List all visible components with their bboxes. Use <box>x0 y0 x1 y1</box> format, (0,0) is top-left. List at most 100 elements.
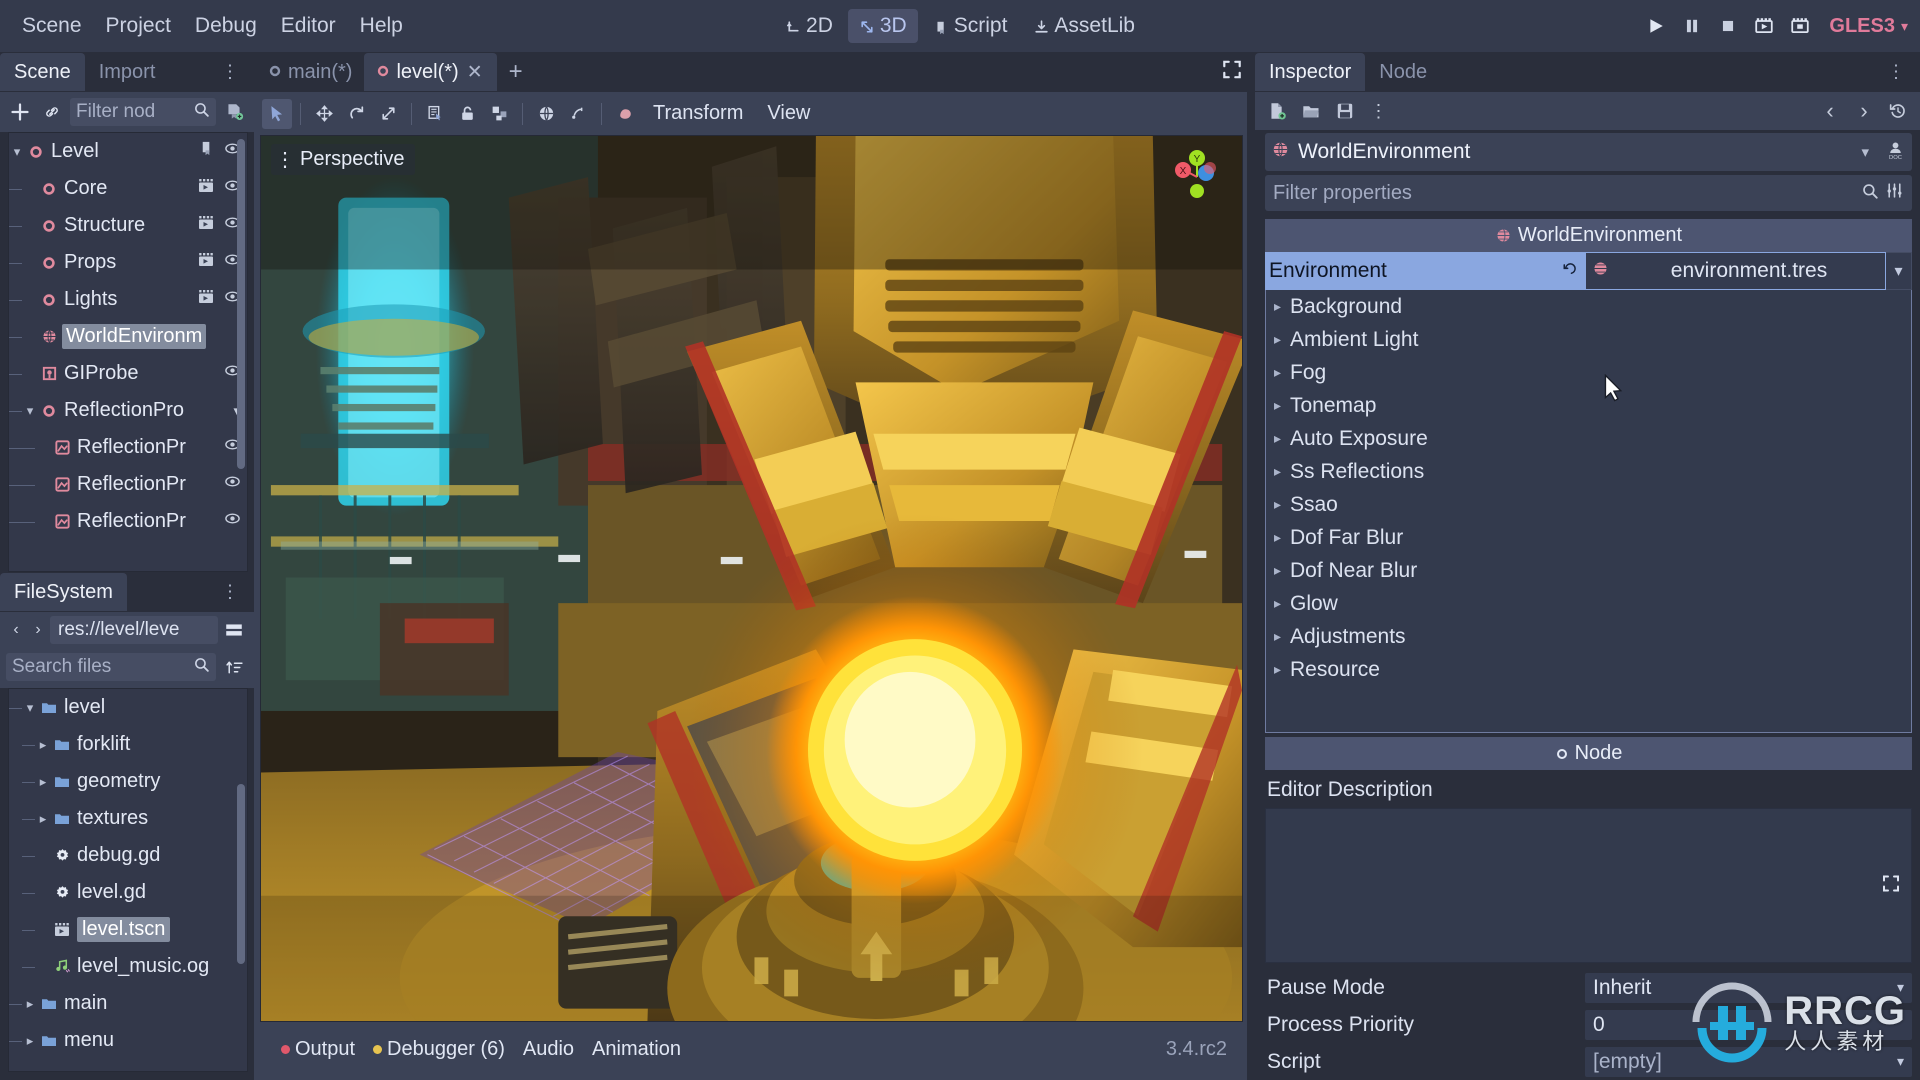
tab-scene[interactable]: Scene <box>0 53 85 91</box>
editor-description-textarea[interactable] <box>1265 808 1912 963</box>
bottom-panel-debugger-6-[interactable]: Debugger (6) <box>364 1033 514 1066</box>
file-item-level-music-og[interactable]: — level_music.og <box>9 948 247 985</box>
scene-tree-item-reflectionpr[interactable]: — — ReflectionPr <box>9 466 247 503</box>
move-icon[interactable] <box>309 99 339 129</box>
script-icon[interactable] <box>198 140 215 163</box>
chevron-right-icon[interactable]: ▸ <box>1274 298 1290 315</box>
property-dof-near-blur[interactable]: ▸ Dof Near Blur <box>1266 554 1911 587</box>
chevron-down-icon[interactable]: ▾ <box>1897 979 1904 996</box>
scene-tree-item-props[interactable]: — Props <box>9 244 247 281</box>
environment-dropdown-button[interactable]: ▾ <box>1886 252 1912 290</box>
bottom-panel-animation[interactable]: Animation <box>583 1033 690 1066</box>
file-item-main[interactable]: — ▸ main <box>9 985 247 1022</box>
chevron-right-icon[interactable]: ▸ <box>1274 331 1290 348</box>
snap-icon[interactable] <box>563 99 593 129</box>
distraction-free-mode-icon[interactable] <box>1221 59 1243 86</box>
history-prev-icon[interactable]: ‹ <box>1816 97 1844 125</box>
property-ambient-light[interactable]: ▸ Ambient Light <box>1266 323 1911 356</box>
chevron-down-icon[interactable]: ▾ <box>9 144 25 160</box>
scene-tree-item-giprobe[interactable]: — GIProbe <box>9 355 247 392</box>
inspector-settings-icon[interactable] <box>1885 181 1904 205</box>
stop-button[interactable] <box>1711 9 1745 43</box>
globe-icon[interactable] <box>531 99 561 129</box>
scene-tab-main[interactable]: main(*) <box>256 53 364 91</box>
scene-tree[interactable]: ▾ Level — Core — Structure — Props — Lights — World… <box>8 132 248 572</box>
property-auto-exposure[interactable]: ▸ Auto Exposure <box>1266 422 1911 455</box>
chevron-right-icon[interactable]: ▸ <box>1274 529 1290 546</box>
current-path-label[interactable]: res://level/leve <box>50 616 218 644</box>
file-tree-scrollbar[interactable] <box>237 784 245 964</box>
play-custom-scene-button[interactable] <box>1783 9 1817 43</box>
history-next-icon[interactable]: › <box>1850 97 1878 125</box>
property-resource[interactable]: ▸ Resource <box>1266 653 1911 686</box>
property-ssao[interactable]: ▸ Ssao <box>1266 488 1911 521</box>
close-icon[interactable]: ✕ <box>465 61 485 84</box>
chevron-left-icon[interactable]: ‹ <box>6 616 26 644</box>
chevron-right-icon[interactable]: ▸ <box>22 1033 38 1049</box>
filter-properties-input[interactable] <box>1273 181 1855 205</box>
chevron-right-icon[interactable]: ▸ <box>1274 430 1290 447</box>
tab-filesystem[interactable]: FileSystem <box>0 573 127 611</box>
node-section-header[interactable]: Node <box>1265 737 1912 770</box>
perspective-menu[interactable]: ⋮ Perspective <box>271 144 415 175</box>
play-scene-button[interactable] <box>1747 9 1781 43</box>
chevron-right-icon[interactable]: ▸ <box>1274 628 1290 645</box>
file-item-level-tscn[interactable]: — level.tscn <box>9 911 247 948</box>
kebab-menu-icon[interactable]: ⋮ <box>1365 97 1393 125</box>
transform-menu[interactable]: Transform <box>642 97 754 130</box>
property-filter-row[interactable] <box>1265 175 1912 211</box>
mode-tab-2d[interactable]: 2D <box>774 9 844 43</box>
environment-key[interactable]: Environment <box>1265 252 1585 290</box>
file-item-geometry[interactable]: — ▸ geometry <box>9 763 247 800</box>
tab-inspector[interactable]: Inspector <box>1255 53 1366 91</box>
chevron-right-icon[interactable]: ▸ <box>35 737 51 753</box>
chevron-down-icon[interactable]: ▾ <box>22 700 38 716</box>
property-adjustments[interactable]: ▸ Adjustments <box>1266 620 1911 653</box>
lock-icon[interactable] <box>452 99 482 129</box>
chevron-right-icon[interactable]: ▸ <box>1274 595 1290 612</box>
node-property-value-pause-mode[interactable]: Inherit ▾ <box>1585 972 1912 1003</box>
new-scene-tab-button[interactable]: + <box>497 56 535 88</box>
kebab-menu-icon[interactable]: ⋮ <box>1881 60 1912 85</box>
chevron-right-icon[interactable]: ▸ <box>1274 562 1290 579</box>
search-files-input[interactable] <box>12 656 193 678</box>
chevron-right-icon[interactable]: ▸ <box>1274 364 1290 381</box>
eye-icon[interactable] <box>224 473 241 496</box>
scene-tree-item-lights[interactable]: — Lights <box>9 281 247 318</box>
scene-filter-box[interactable] <box>70 98 216 126</box>
chevron-right-icon[interactable]: ▸ <box>22 996 38 1012</box>
chevron-right-icon[interactable]: ▸ <box>35 811 51 827</box>
mode-tab-script[interactable]: Script <box>922 9 1019 43</box>
mode-tab-3d[interactable]: 3D <box>847 9 918 43</box>
file-item-level-gd[interactable]: — level.gd <box>9 874 247 911</box>
scene-icon[interactable] <box>197 214 215 238</box>
file-item-forklift[interactable]: — ▸ forklift <box>9 726 247 763</box>
scene-tab-level[interactable]: level(*) ✕ <box>364 53 497 91</box>
scene-tree-item-reflectionpro[interactable]: —▾ ReflectionPro▾ <box>9 392 247 429</box>
scene-icon[interactable] <box>197 177 215 201</box>
menu-debug[interactable]: Debug <box>183 8 269 44</box>
doc-icon[interactable]: DOC <box>1885 139 1906 165</box>
property-ss-reflections[interactable]: ▸ Ss Reflections <box>1266 455 1911 488</box>
pause-button[interactable] <box>1675 9 1709 43</box>
property-background[interactable]: ▸ Background <box>1266 290 1911 323</box>
new-resource-icon[interactable] <box>1263 97 1291 125</box>
property-tonemap[interactable]: ▸ Tonemap <box>1266 389 1911 422</box>
filesystem-search-box[interactable] <box>6 653 216 681</box>
play-button[interactable] <box>1639 9 1673 43</box>
file-item-level[interactable]: — ▾ level <box>9 689 247 726</box>
scene-tree-item-level[interactable]: ▾ Level <box>9 133 247 170</box>
link-icon[interactable] <box>38 98 66 126</box>
scale-icon[interactable] <box>373 99 403 129</box>
chevron-down-icon[interactable]: ▾ <box>1853 143 1877 161</box>
property-dof-far-blur[interactable]: ▸ Dof Far Blur <box>1266 521 1911 554</box>
property-fog[interactable]: ▸ Fog <box>1266 356 1911 389</box>
toggle-split-mode-icon[interactable] <box>220 616 248 644</box>
chevron-right-icon[interactable]: ▸ <box>1274 496 1290 513</box>
scene-tree-scrollbar[interactable] <box>237 139 245 469</box>
scene-tree-item-reflectionpr[interactable]: — — ReflectionPr <box>9 503 247 540</box>
list-select-icon[interactable] <box>420 99 450 129</box>
node-property-value-script[interactable]: [empty] ▾ <box>1585 1046 1912 1077</box>
renderer-selector[interactable]: GLES3 ▾ <box>1829 15 1908 38</box>
rotate-icon[interactable] <box>341 99 371 129</box>
